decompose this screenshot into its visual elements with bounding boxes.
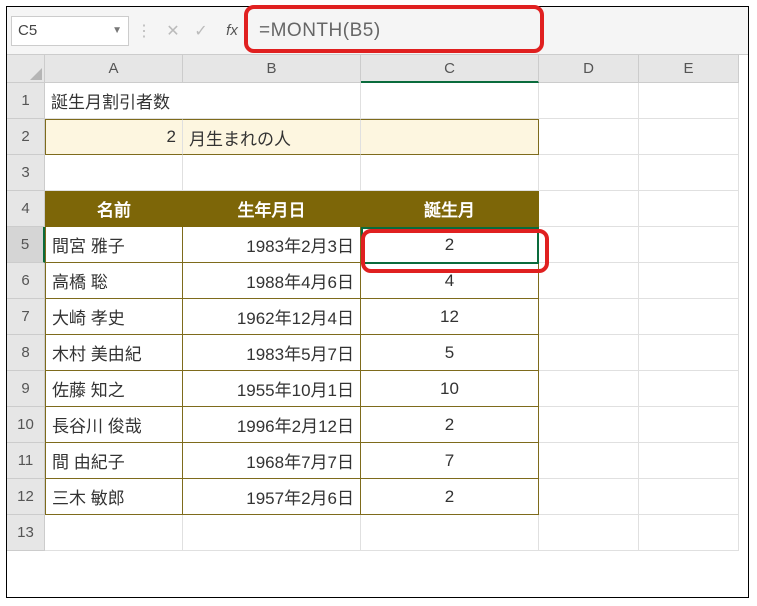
row-header-11[interactable]: 11 [7, 443, 45, 479]
cell-b11[interactable]: 1968年7月7日 [183, 443, 361, 479]
select-all-corner[interactable] [7, 55, 45, 83]
cell-d5[interactable] [539, 227, 639, 263]
formula-bar: C5 ▼ ⋮ ✕ ✓ fx =MONTH(B5) [7, 7, 748, 55]
cell-e8[interactable] [639, 335, 739, 371]
cell-b3[interactable] [183, 155, 361, 191]
row-header-8[interactable]: 8 [7, 335, 45, 371]
cell-d1[interactable] [539, 83, 639, 119]
cell-e2[interactable] [639, 119, 739, 155]
cell-d7[interactable] [539, 299, 639, 335]
enter-icon[interactable]: ✓ [187, 21, 215, 41]
cell-e7[interactable] [639, 299, 739, 335]
cell-a12[interactable]: 三木 敏郎 [45, 479, 183, 515]
fx-icon[interactable]: fx [215, 22, 249, 39]
cell-e5[interactable] [639, 227, 739, 263]
row-header-3[interactable]: 3 [7, 155, 45, 191]
separator-icon: ⋮ [129, 21, 159, 41]
cell-d4[interactable] [539, 191, 639, 227]
cell-b7[interactable]: 1962年12月4日 [183, 299, 361, 335]
cell-b10[interactable]: 1996年2月12日 [183, 407, 361, 443]
th-dob[interactable]: 生年月日 [183, 191, 361, 227]
cell-a3[interactable] [45, 155, 183, 191]
cell-c13[interactable] [361, 515, 539, 551]
cell-a9[interactable]: 佐藤 知之 [45, 371, 183, 407]
cell-a2[interactable]: 2 [45, 119, 183, 155]
cell-c1[interactable] [361, 83, 539, 119]
cell-e4[interactable] [639, 191, 739, 227]
cell-a5[interactable]: 間宮 雅子 [45, 227, 183, 263]
cell-c3[interactable] [361, 155, 539, 191]
cell-a7[interactable]: 大崎 孝史 [45, 299, 183, 335]
row-header-5[interactable]: 5 [7, 227, 45, 263]
cell-d3[interactable] [539, 155, 639, 191]
cell-a8[interactable]: 木村 美由紀 [45, 335, 183, 371]
cell-d2[interactable] [539, 119, 639, 155]
cell-c9[interactable]: 10 [361, 371, 539, 407]
col-header-a[interactable]: A [45, 55, 183, 83]
cell-b5[interactable]: 1983年2月3日 [183, 227, 361, 263]
cell-d8[interactable] [539, 335, 639, 371]
th-month[interactable]: 誕生月 [361, 191, 539, 227]
row-header-6[interactable]: 6 [7, 263, 45, 299]
row-header-1[interactable]: 1 [7, 83, 45, 119]
row-header-4[interactable]: 4 [7, 191, 45, 227]
cell-b6[interactable]: 1988年4月6日 [183, 263, 361, 299]
name-box-value: C5 [18, 22, 37, 39]
cell-d9[interactable] [539, 371, 639, 407]
chevron-down-icon[interactable]: ▼ [112, 25, 122, 36]
cell-c6[interactable]: 4 [361, 263, 539, 299]
cell-c10[interactable]: 2 [361, 407, 539, 443]
cell-b2[interactable]: 月生まれの人 [183, 119, 361, 155]
cell-d12[interactable] [539, 479, 639, 515]
cell-e12[interactable] [639, 479, 739, 515]
cell-b9[interactable]: 1955年10月1日 [183, 371, 361, 407]
formula-input[interactable]: =MONTH(B5) [249, 15, 549, 47]
row-header-9[interactable]: 9 [7, 371, 45, 407]
cell-a11[interactable]: 間 由紀子 [45, 443, 183, 479]
cancel-icon[interactable]: ✕ [159, 21, 187, 41]
cell-d6[interactable] [539, 263, 639, 299]
cell-e6[interactable] [639, 263, 739, 299]
cell-c7[interactable]: 12 [361, 299, 539, 335]
cell-e10[interactable] [639, 407, 739, 443]
cell-a10[interactable]: 長谷川 俊哉 [45, 407, 183, 443]
name-box[interactable]: C5 ▼ [11, 16, 129, 46]
cell-b8[interactable]: 1983年5月7日 [183, 335, 361, 371]
spreadsheet-grid[interactable]: A B C D E 1 誕生月割引者数 2 2 月生まれの人 3 4 名前 生年… [7, 55, 748, 551]
cell-b12[interactable]: 1957年2月6日 [183, 479, 361, 515]
row-header-12[interactable]: 12 [7, 479, 45, 515]
cell-d11[interactable] [539, 443, 639, 479]
cell-e1[interactable] [639, 83, 739, 119]
col-header-e[interactable]: E [639, 55, 739, 83]
cell-c8[interactable]: 5 [361, 335, 539, 371]
row-header-13[interactable]: 13 [7, 515, 45, 551]
cell-c2[interactable] [361, 119, 539, 155]
row-header-7[interactable]: 7 [7, 299, 45, 335]
th-name[interactable]: 名前 [45, 191, 183, 227]
col-header-c[interactable]: C [361, 55, 539, 83]
cell-e3[interactable] [639, 155, 739, 191]
cell-a6[interactable]: 高橋 聡 [45, 263, 183, 299]
cell-c12[interactable]: 2 [361, 479, 539, 515]
col-header-b[interactable]: B [183, 55, 361, 83]
col-header-d[interactable]: D [539, 55, 639, 83]
cell-e11[interactable] [639, 443, 739, 479]
cell-c11[interactable]: 7 [361, 443, 539, 479]
cell-c5[interactable]: 2 [361, 227, 539, 263]
cell-a1[interactable]: 誕生月割引者数 [45, 83, 361, 119]
cell-e13[interactable] [639, 515, 739, 551]
cell-b13[interactable] [183, 515, 361, 551]
cell-d13[interactable] [539, 515, 639, 551]
cell-d10[interactable] [539, 407, 639, 443]
cell-a13[interactable] [45, 515, 183, 551]
row-header-2[interactable]: 2 [7, 119, 45, 155]
cell-e9[interactable] [639, 371, 739, 407]
row-header-10[interactable]: 10 [7, 407, 45, 443]
